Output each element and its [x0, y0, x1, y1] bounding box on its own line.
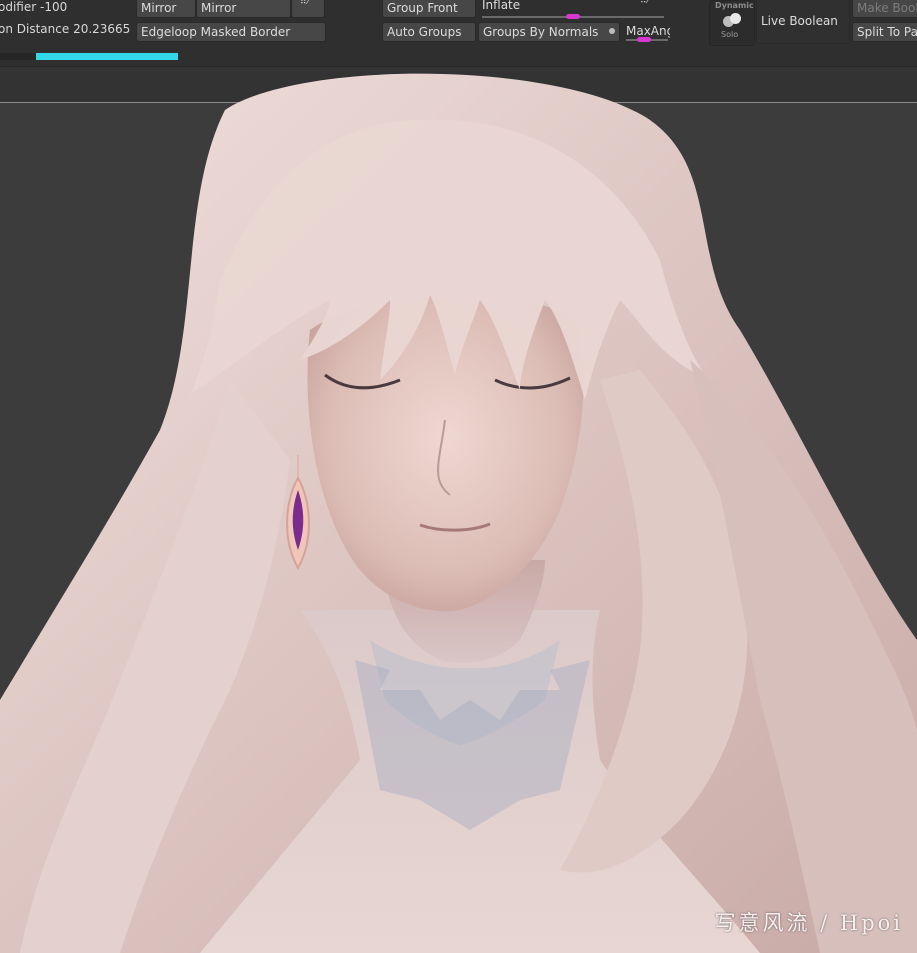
grip-dots-icon: ⠿ ⁄ — [300, 0, 309, 7]
dynamic-solo-button[interactable]: Dynamic Solo — [709, 0, 755, 46]
document-viewport[interactable]: 写意风流 / Hpoi — [0, 67, 917, 953]
modifier-label: odifier — [0, 0, 37, 14]
modifier-value: -100 — [40, 0, 68, 14]
solo-icon — [723, 13, 741, 27]
solo-label: Solo — [721, 30, 739, 39]
distance-readout[interactable]: on Distance 20.23665 — [0, 22, 130, 36]
distance-value: 20.23665 — [73, 22, 131, 36]
auto-groups-button[interactable]: Auto Groups — [382, 22, 476, 42]
dynamic-label: Dynamic — [715, 1, 754, 10]
edgeloop-masked-border-button[interactable]: Edgeloop Masked Border — [136, 22, 326, 42]
group-front-button[interactable]: Group Front — [382, 0, 476, 18]
inflate-slider-knob[interactable] — [566, 14, 580, 19]
progress-bar — [36, 53, 178, 60]
progress-track — [0, 53, 36, 60]
distance-label: on Distance — [0, 22, 70, 36]
max-angle-label: MaxAng — [626, 24, 670, 38]
split-to-parts-button[interactable]: Split To Par — [852, 22, 917, 42]
inflate-label: Inflate — [482, 0, 521, 12]
mirror-options-button[interactable]: ⠿ ⁄ — [291, 0, 325, 18]
inflate-grip-icon: ⠿ ⁄ — [640, 0, 649, 6]
zbrush-toolbar: odifier -100 on Distance 20.23665 Mirror… — [0, 0, 917, 67]
sculpt-render — [0, 73, 917, 953]
groups-by-normals-label: Groups By Normals — [483, 25, 599, 39]
make-boolean-button[interactable]: Make Bool — [852, 0, 917, 18]
toggle-dot-icon — [609, 28, 615, 34]
mirror-weld-button[interactable]: Mirror — [196, 0, 291, 18]
groups-by-normals-button[interactable]: Groups By Normals — [478, 22, 620, 42]
mirror-button[interactable]: Mirror — [136, 0, 196, 18]
max-angle-slider-knob[interactable] — [637, 37, 651, 42]
modifier-readout[interactable]: odifier -100 — [0, 0, 67, 14]
live-boolean-button[interactable]: Live Boolean — [756, 0, 850, 44]
watermark: 写意风流 / Hpoi — [714, 911, 903, 935]
